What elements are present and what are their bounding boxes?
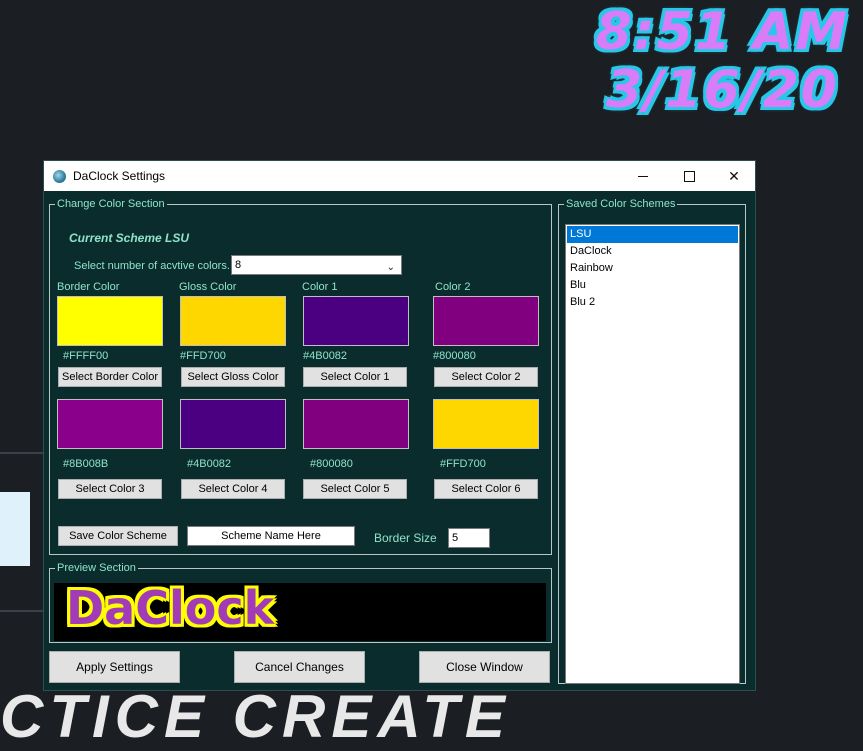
gloss-color-swatch bbox=[180, 296, 286, 346]
select-color-3-button[interactable]: Select Color 3 bbox=[58, 479, 162, 499]
color-3-swatch bbox=[57, 399, 163, 449]
select-gloss-color-button[interactable]: Select Gloss Color bbox=[181, 367, 285, 387]
gloss-color-label: Gloss Color bbox=[179, 281, 237, 293]
select-border-color-button[interactable]: Select Border Color bbox=[58, 367, 162, 387]
preview-logo-text: DaClock bbox=[66, 581, 275, 635]
color-4-hex: #4B0082 bbox=[187, 458, 232, 470]
border-color-label: Border Color bbox=[57, 281, 120, 293]
saved-color-schemes-section: Saved Color Schemes LSU DaClock Rainbow … bbox=[558, 198, 746, 684]
close-window-button-bottom[interactable]: Close Window bbox=[419, 651, 550, 683]
num-colors-label: Select number of acvtive colors. bbox=[74, 260, 230, 272]
apply-settings-button[interactable]: Apply Settings bbox=[49, 651, 180, 683]
color-1-hex: #4B0082 bbox=[303, 350, 348, 362]
select-color-5-button[interactable]: Select Color 5 bbox=[303, 479, 407, 499]
save-color-scheme-button[interactable]: Save Color Scheme bbox=[58, 526, 178, 546]
select-color-4-button[interactable]: Select Color 4 bbox=[181, 479, 285, 499]
gloss-color-hex: #FFD700 bbox=[180, 350, 226, 362]
maximize-button[interactable] bbox=[666, 161, 712, 191]
minimize-button[interactable] bbox=[620, 161, 666, 191]
desktop-divider bbox=[0, 610, 43, 612]
preview-canvas: DaClock bbox=[54, 581, 546, 641]
settings-window: DaClock Settings ✕ Change Color Section … bbox=[43, 160, 756, 691]
color-6-hex: #FFD700 bbox=[440, 458, 486, 470]
cancel-changes-button[interactable]: Cancel Changes bbox=[234, 651, 365, 683]
close-icon: ✕ bbox=[728, 167, 740, 184]
maximize-icon bbox=[683, 170, 695, 182]
color-2-swatch bbox=[433, 296, 539, 346]
color-5-swatch bbox=[303, 399, 409, 449]
border-size-label: Border Size bbox=[374, 531, 437, 545]
color-2-label: Color 2 bbox=[435, 281, 471, 293]
list-item[interactable]: LSU bbox=[567, 226, 738, 243]
change-color-section: Change Color Section Current Scheme LSU … bbox=[49, 198, 552, 555]
preview-section: Preview Section DaClock bbox=[49, 562, 552, 643]
color-3-hex: #8B008B bbox=[63, 458, 109, 470]
select-color-1-button[interactable]: Select Color 1 bbox=[303, 367, 407, 387]
select-color-2-button[interactable]: Select Color 2 bbox=[434, 367, 538, 387]
color-5-hex: #800080 bbox=[310, 458, 353, 470]
app-icon bbox=[53, 169, 66, 183]
close-window-button[interactable]: ✕ bbox=[711, 161, 757, 191]
title-bar[interactable]: DaClock Settings ✕ bbox=[44, 161, 755, 191]
num-colors-value: 8 bbox=[235, 259, 242, 271]
color-2-hex: #800080 bbox=[433, 350, 476, 362]
window-title: DaClock Settings bbox=[73, 169, 166, 183]
num-colors-select[interactable]: 8 ⌄ bbox=[231, 255, 402, 275]
scheme-name-input[interactable]: Scheme Name Here bbox=[187, 526, 355, 546]
preview-legend: Preview Section bbox=[57, 562, 136, 574]
list-item[interactable]: Rainbow bbox=[567, 260, 738, 277]
list-item[interactable]: DaClock bbox=[567, 243, 738, 260]
chevron-down-icon: ⌄ bbox=[386, 262, 395, 273]
list-item[interactable]: Blu 2 bbox=[567, 294, 738, 311]
color-1-label: Color 1 bbox=[302, 281, 338, 293]
current-scheme-label: Current Scheme LSU bbox=[69, 231, 190, 245]
color-1-swatch bbox=[303, 296, 409, 346]
border-color-swatch bbox=[57, 296, 163, 346]
clock-date: 3/16/20 bbox=[606, 60, 839, 120]
minimize-icon bbox=[638, 175, 648, 177]
color-6-swatch bbox=[433, 399, 539, 449]
clock-time: 8:51 AM bbox=[595, 2, 849, 62]
saved-schemes-legend: Saved Color Schemes bbox=[566, 198, 676, 210]
border-color-hex: #FFFF00 bbox=[63, 350, 109, 362]
desktop-divider bbox=[0, 452, 43, 454]
change-color-legend: Change Color Section bbox=[57, 198, 165, 210]
list-item[interactable]: Blu bbox=[567, 277, 738, 294]
color-4-swatch bbox=[180, 399, 286, 449]
saved-schemes-list[interactable]: LSU DaClock Rainbow Blu Blu 2 bbox=[565, 224, 740, 684]
desktop-background-text: CTICE CREATE bbox=[0, 683, 511, 750]
select-color-6-button[interactable]: Select Color 6 bbox=[434, 479, 538, 499]
border-size-input[interactable]: 5 bbox=[448, 528, 490, 548]
desktop-panel bbox=[0, 492, 30, 566]
